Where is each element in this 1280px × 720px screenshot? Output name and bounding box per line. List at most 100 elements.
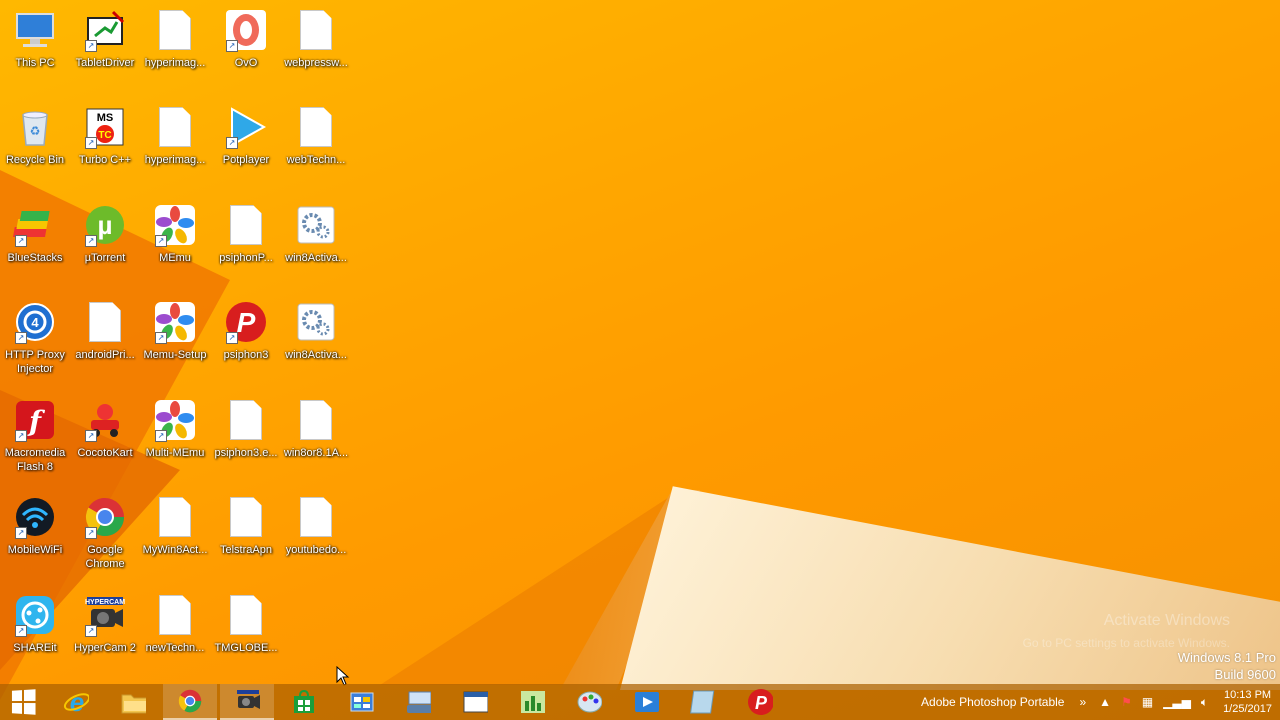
turbo-cpp-icon: MS TC ↗ bbox=[83, 105, 127, 149]
desktop-icon[interactable]: 4 ↗ HTTP Proxy Injector bbox=[0, 300, 70, 376]
desktop-icon-label: hyperimag... bbox=[144, 154, 206, 166]
desktop-icon[interactable]: ↗ OvO bbox=[211, 8, 281, 70]
volume-icon[interactable]: 🔈︎ bbox=[1201, 695, 1208, 710]
start-button[interactable] bbox=[0, 684, 46, 720]
network-warning-icon[interactable]: ▦ bbox=[1142, 695, 1153, 709]
psiphon-icon: P bbox=[747, 689, 773, 715]
shareit-icon: ↗ bbox=[13, 593, 57, 637]
wifi-icon: ↗ bbox=[13, 495, 57, 539]
kart-icon: ↗ bbox=[83, 398, 127, 442]
desktop-icon[interactable]: hyperimag... bbox=[140, 105, 210, 167]
document-icon bbox=[153, 8, 197, 52]
keyboard-icon bbox=[405, 689, 431, 715]
taskbar-file-explorer[interactable] bbox=[106, 684, 160, 720]
taskbar-store[interactable] bbox=[277, 684, 331, 720]
document-glyph bbox=[300, 10, 332, 50]
desktop-icon[interactable]: ↗ BlueStacks bbox=[0, 203, 70, 265]
taskbar-internet-explorer[interactable]: e bbox=[49, 684, 103, 720]
desktop-icon[interactable]: f ↗ Macromedia Flash 8 bbox=[0, 398, 70, 474]
action-center-flag-icon[interactable]: ⚑ bbox=[1121, 695, 1132, 709]
desktop-icon[interactable]: ↗ SHAREit bbox=[0, 593, 70, 655]
activate-windows-hint: Go to PC settings to activate Windows. bbox=[1022, 636, 1230, 650]
desktop-icon[interactable]: MS TC ↗ Turbo C++ bbox=[70, 105, 140, 167]
hypercam-icon bbox=[234, 688, 260, 714]
desktop-icon[interactable]: ↗ Multi-MEmu bbox=[140, 398, 210, 460]
svg-text:P: P bbox=[237, 307, 256, 338]
photoshop-toolbar-label[interactable]: Adobe Photoshop Portable bbox=[921, 695, 1064, 709]
desktop-icon[interactable]: TMGLOBE... bbox=[211, 593, 281, 655]
desktop[interactable]: This PC ♻ Recycle Bin ↗ BlueStacks 4 ↗ HTTP Pro… bbox=[0, 0, 1280, 720]
window-icon bbox=[462, 689, 488, 715]
desktop-icon[interactable]: youtubedo... bbox=[281, 495, 351, 557]
desktop-icon[interactable]: win8or8.1A... bbox=[281, 398, 351, 460]
desktop-icon[interactable]: webTechn... bbox=[281, 105, 351, 167]
shortcut-arrow-icon: ↗ bbox=[15, 430, 27, 442]
document-glyph bbox=[230, 497, 262, 537]
desktop-icon[interactable]: hyperimag... bbox=[140, 8, 210, 70]
desktop-icon[interactable]: psiphon3.e... bbox=[211, 398, 281, 460]
desktop-icon-label: MobileWiFi bbox=[7, 544, 63, 556]
taskbar-clock[interactable]: 10:13 PM 1/25/2017 bbox=[1223, 688, 1272, 716]
desktop-icon[interactable]: ↗ MEmu bbox=[140, 203, 210, 265]
desktop-icon[interactable]: ↗ Memu-Setup bbox=[140, 300, 210, 362]
desktop-icon-label: MyWin8Act... bbox=[142, 544, 208, 556]
desktop-icon[interactable]: psiphonP... bbox=[211, 203, 281, 265]
desktop-icon-label: youtubedo... bbox=[285, 544, 347, 556]
desktop-icon-label: CocotoKart bbox=[77, 447, 133, 459]
shortcut-arrow-icon: ↗ bbox=[155, 235, 167, 247]
document-glyph bbox=[159, 107, 191, 147]
taskbar-control-panel[interactable] bbox=[334, 684, 388, 720]
desktop-icon[interactable]: ↗ Google Chrome bbox=[70, 495, 140, 571]
paint-icon bbox=[576, 689, 602, 715]
settings-file-icon bbox=[294, 300, 338, 344]
memu-icon: ↗ bbox=[153, 398, 197, 442]
desktop-icon-label: newTechn... bbox=[145, 642, 205, 654]
show-hidden-icons-icon[interactable]: ▲ bbox=[1099, 695, 1111, 709]
desktop-icon[interactable]: ↗ MobileWiFi bbox=[0, 495, 70, 557]
taskbar-blank-app[interactable] bbox=[676, 684, 730, 720]
desktop-icon-label: Recycle Bin bbox=[5, 154, 65, 166]
svg-text:e: e bbox=[70, 688, 84, 716]
desktop-icon[interactable]: win8Activa... bbox=[281, 300, 351, 362]
media-icon bbox=[633, 689, 659, 715]
svg-text:TC: TC bbox=[98, 130, 111, 141]
document-glyph bbox=[230, 595, 262, 635]
desktop-icon[interactable]: TelstraApn bbox=[211, 495, 281, 557]
shortcut-arrow-icon: ↗ bbox=[226, 332, 238, 344]
taskbar-paint-app[interactable] bbox=[562, 684, 616, 720]
taskbar-window-app[interactable] bbox=[448, 684, 502, 720]
internet-explorer-icon: e bbox=[63, 688, 89, 716]
document-icon bbox=[294, 398, 338, 442]
signal-bars-icon[interactable]: ▁▃▅ bbox=[1163, 695, 1191, 709]
settings-file-icon bbox=[294, 203, 338, 247]
proxy-injector-icon: 4 ↗ bbox=[13, 300, 57, 344]
desktop-icon[interactable]: MyWin8Act... bbox=[140, 495, 210, 557]
desktop-icon-label: Turbo C++ bbox=[78, 154, 132, 166]
taskbar-psiphon[interactable]: P bbox=[733, 684, 787, 720]
desktop-icon-label: BlueStacks bbox=[7, 252, 63, 264]
desktop-icon[interactable]: ↗ Potplayer bbox=[211, 105, 281, 167]
taskbar-hypercam[interactable] bbox=[220, 684, 274, 720]
desktop-icon[interactable]: newTechn... bbox=[140, 593, 210, 655]
taskbar-chrome[interactable] bbox=[163, 684, 217, 720]
desktop-icon-label: psiphon3 bbox=[223, 349, 269, 361]
system-tray: Adobe Photoshop Portable » ▲ ⚑ ▦ ▁▃▅ 🔈︎ … bbox=[921, 684, 1280, 720]
desktop-icon[interactable]: ↗ TabletDriver bbox=[70, 8, 140, 70]
toolbar-expand-icon[interactable]: » bbox=[1079, 695, 1086, 709]
desktop-icon[interactable]: HYPERCAM ↗ HyperCam 2 bbox=[70, 593, 140, 655]
desktop-icon[interactable]: win8Activa... bbox=[281, 203, 351, 265]
desktop-icon[interactable]: ↗ CocotoKart bbox=[70, 398, 140, 460]
desktop-icon[interactable]: This PC bbox=[0, 8, 70, 70]
desktop-icon[interactable]: ♻ Recycle Bin bbox=[0, 105, 70, 167]
desktop-icon[interactable]: µ ↗ µTorrent bbox=[70, 203, 140, 265]
desktop-icon[interactable]: webpressw... bbox=[281, 8, 351, 70]
taskbar-media-app[interactable] bbox=[619, 684, 673, 720]
taskbar-chart-app[interactable] bbox=[505, 684, 559, 720]
desktop-icon-label: SHAREit bbox=[13, 642, 57, 654]
document-icon bbox=[294, 8, 338, 52]
desktop-icon[interactable]: P ↗ psiphon3 bbox=[211, 300, 281, 362]
desktop-icon[interactable]: androidPri... bbox=[70, 300, 140, 362]
shortcut-arrow-icon: ↗ bbox=[85, 40, 97, 52]
desktop-icon-label: TelstraApn bbox=[220, 544, 272, 556]
taskbar-keyboard-app[interactable] bbox=[391, 684, 445, 720]
